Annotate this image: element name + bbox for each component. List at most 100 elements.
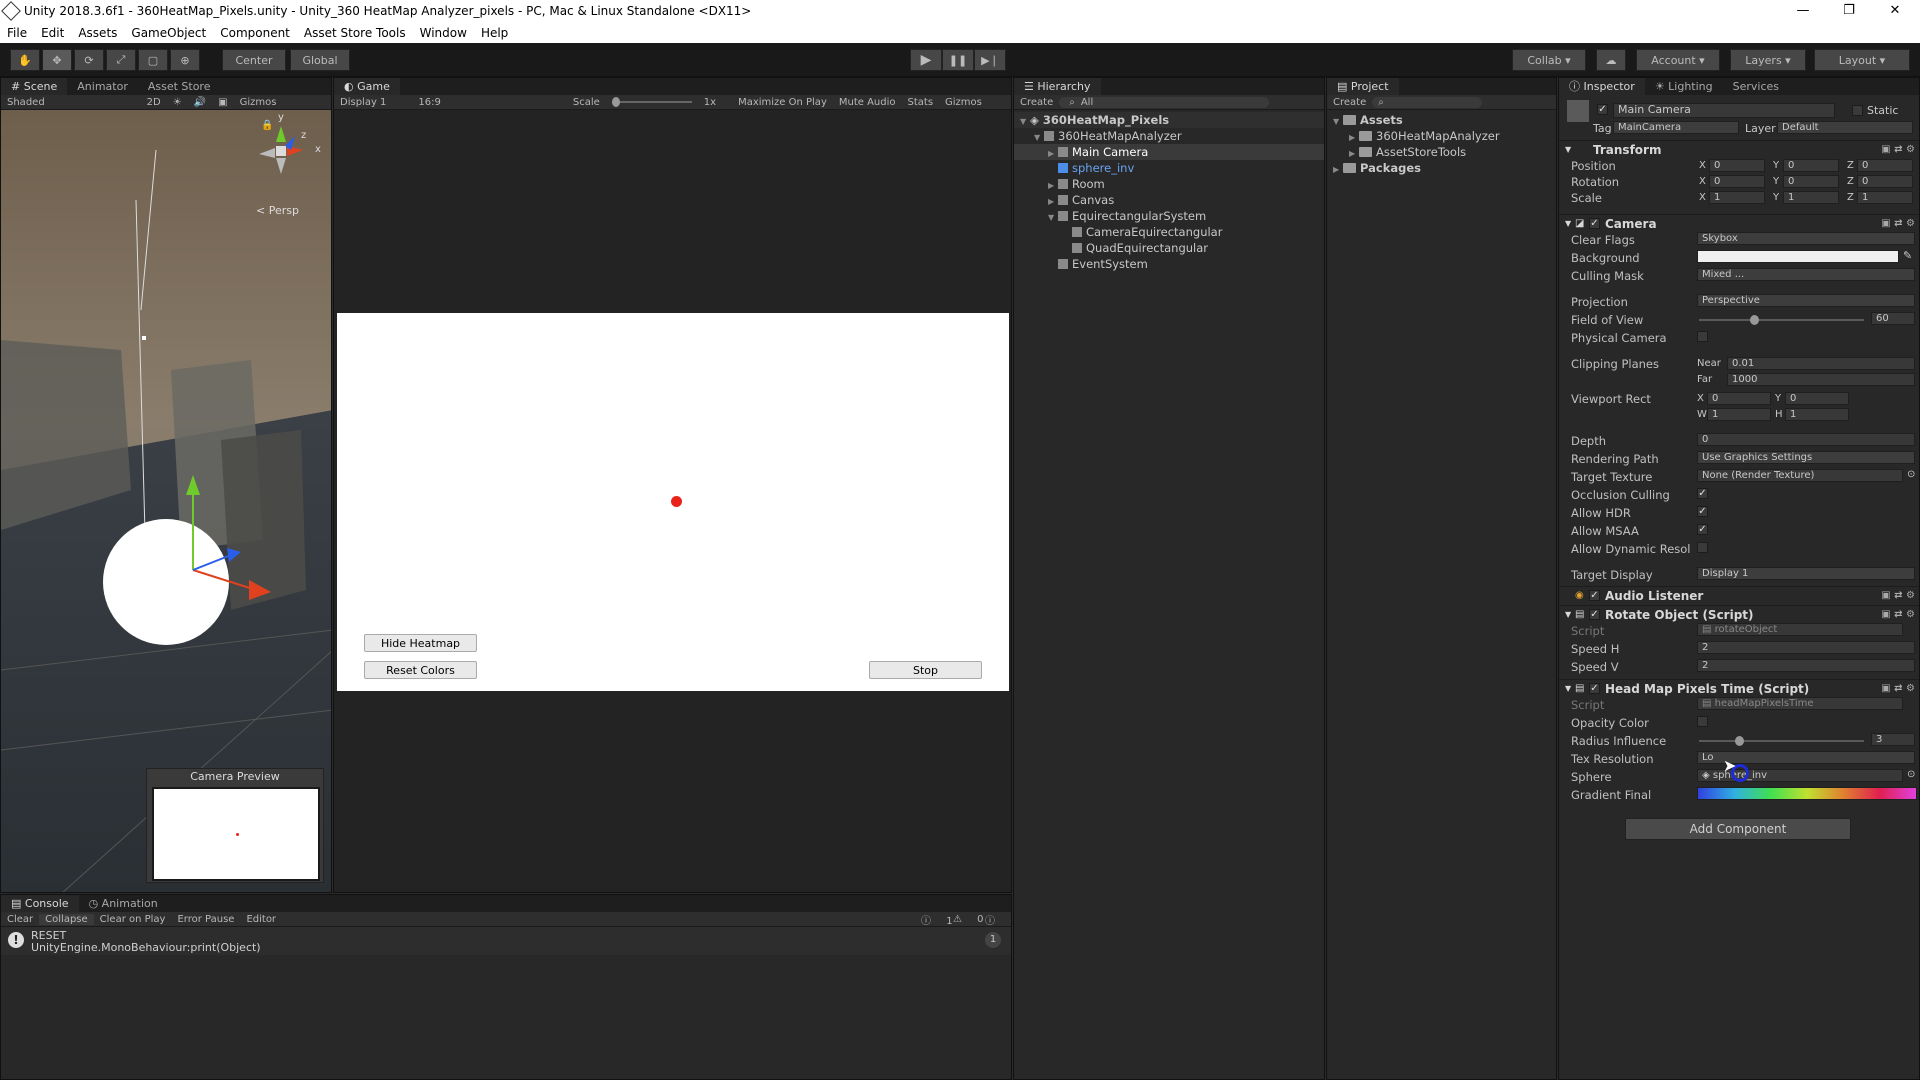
allow-msaa-checkbox[interactable]: ✓: [1697, 524, 1708, 535]
position-x-field[interactable]: 0: [1709, 159, 1765, 172]
lighting-toggle-icon[interactable]: ☀: [167, 97, 188, 108]
physical-camera-checkbox[interactable]: [1697, 331, 1708, 342]
scale-slider-thumb[interactable]: [611, 97, 620, 107]
object-picker-icon[interactable]: ⊙: [1907, 769, 1915, 780]
position-y-field[interactable]: 0: [1783, 159, 1839, 172]
target-display-dropdown[interactable]: Display 1: [1697, 567, 1915, 580]
pivot-center-button[interactable]: Center: [222, 49, 286, 71]
object-name-field[interactable]: Main Camera: [1613, 103, 1835, 118]
viewport-x-field[interactable]: 0: [1707, 392, 1771, 405]
depth-field[interactable]: 0: [1697, 433, 1915, 446]
layer-dropdown[interactable]: Default: [1777, 121, 1913, 134]
background-color-field[interactable]: [1697, 250, 1899, 263]
hierarchy-item-360heatmapanalyzer[interactable]: ▼ 360HeatMapAnalyzer: [1014, 128, 1324, 144]
allow-dynamic-resolution-checkbox[interactable]: [1697, 542, 1708, 553]
expand-arrow-icon[interactable]: ▼: [1565, 141, 1571, 159]
aspect-dropdown[interactable]: 16:9: [412, 97, 446, 108]
component-settings-icon[interactable]: ▣ ⇄ ⚙: [1881, 587, 1915, 605]
heatmap-script-checkbox[interactable]: ✓: [1589, 683, 1600, 694]
collapse-arrow-icon[interactable]: ▶: [1333, 162, 1343, 178]
transform-header[interactable]: ▼ Transform ▣ ⇄ ⚙: [1559, 140, 1919, 158]
hierarchy-search-input[interactable]: ⌕ All: [1059, 96, 1270, 108]
cloud-button[interactable]: ☁: [1596, 49, 1626, 71]
collab-button[interactable]: Collab ▾: [1512, 49, 1586, 71]
display-dropdown[interactable]: Display 1: [334, 97, 392, 108]
hierarchy-item-main-camera[interactable]: ▶ Main Camera: [1014, 144, 1324, 160]
tab-scene[interactable]: # Scene: [1, 78, 68, 95]
tab-animation[interactable]: ◷ Animation: [79, 895, 168, 912]
scale-tool-button[interactable]: ⤢: [106, 49, 136, 71]
shading-dropdown[interactable]: Shaded: [1, 97, 51, 108]
tab-console[interactable]: ▤ Console: [1, 895, 79, 912]
tab-asset-store[interactable]: Asset Store: [138, 78, 221, 95]
project-item-assets[interactable]: ▼ Assets: [1327, 112, 1556, 128]
scale-x-field[interactable]: 1: [1709, 191, 1765, 204]
eyedropper-icon[interactable]: ✎: [1903, 249, 1912, 262]
camera-header[interactable]: ▼ ◪ ✓ Camera ▣ ⇄ ⚙: [1559, 214, 1919, 232]
scene-gizmo[interactable]: y z x: [249, 112, 321, 184]
lock-icon[interactable]: 🔒: [261, 120, 273, 131]
heatmap-script-header[interactable]: ▼ ▤ ✓ Head Map Pixels Time (Script) ▣ ⇄ …: [1559, 679, 1919, 697]
occlusion-culling-checkbox[interactable]: ✓: [1697, 488, 1708, 499]
mute-audio-toggle[interactable]: Mute Audio: [833, 97, 902, 108]
project-create-dropdown[interactable]: Create: [1327, 97, 1372, 108]
scene-root-row[interactable]: ▼ ◈ 360HeatMap_Pixels: [1014, 112, 1324, 128]
active-checkbox[interactable]: ✓: [1597, 104, 1608, 115]
effects-toggle-icon[interactable]: ▣: [212, 97, 233, 108]
hierarchy-item-cameraequirectangular[interactable]: CameraEquirectangular: [1014, 224, 1324, 240]
console-clear-on-play-toggle[interactable]: Clear on Play: [94, 914, 172, 925]
game-gizmos-dropdown[interactable]: Gizmos: [939, 97, 988, 108]
rotation-y-field[interactable]: 0: [1783, 175, 1839, 188]
tab-lighting[interactable]: ☀ Lighting: [1645, 78, 1723, 95]
projection-dropdown[interactable]: Perspective: [1697, 294, 1915, 307]
console-error-pause-toggle[interactable]: Error Pause: [171, 914, 240, 925]
menu-help[interactable]: Help: [474, 26, 515, 40]
tab-animator[interactable]: Animator: [67, 78, 138, 95]
expand-arrow-icon[interactable]: ▼: [1565, 215, 1571, 233]
project-item-assetstoretools[interactable]: ▶ AssetStoreTools: [1327, 144, 1556, 160]
hierarchy-item-canvas[interactable]: ▶ Canvas: [1014, 192, 1324, 208]
menu-file[interactable]: File: [0, 26, 34, 40]
component-settings-icon[interactable]: ▣ ⇄ ⚙: [1881, 680, 1915, 698]
tag-dropdown[interactable]: MainCamera: [1613, 121, 1739, 134]
hierarchy-item-equirectangularsystem[interactable]: ▼ EquirectangularSystem: [1014, 208, 1324, 224]
rotate-object-checkbox[interactable]: ✓: [1589, 609, 1600, 620]
scale-slider[interactable]: [611, 97, 692, 107]
reset-colors-button[interactable]: Reset Colors: [364, 661, 477, 679]
viewport-y-field[interactable]: 0: [1785, 392, 1849, 405]
minimize-button[interactable]: —: [1780, 0, 1826, 22]
console-clear-button[interactable]: Clear: [1, 914, 39, 925]
menu-gameobject[interactable]: GameObject: [124, 26, 213, 40]
play-button[interactable]: ▶: [910, 49, 942, 71]
audio-toggle-icon[interactable]: 🔊: [188, 97, 212, 108]
rotation-x-field[interactable]: 0: [1709, 175, 1765, 188]
camera-enabled-checkbox[interactable]: ✓: [1589, 218, 1600, 229]
hand-tool-button[interactable]: ✋: [10, 49, 40, 71]
scene-gizmos-dropdown[interactable]: Gizmos: [234, 97, 283, 108]
component-settings-icon[interactable]: ▣ ⇄ ⚙: [1881, 215, 1915, 233]
gradient-final-field[interactable]: [1697, 787, 1917, 800]
culling-mask-dropdown[interactable]: Mixed ...: [1697, 268, 1915, 281]
layers-dropdown[interactable]: Layers ▾: [1730, 49, 1806, 71]
hierarchy-item-eventsystem[interactable]: EventSystem: [1014, 256, 1324, 272]
hierarchy-item-quadequirectangular[interactable]: QuadEquirectangular: [1014, 240, 1324, 256]
add-component-button[interactable]: Add Component: [1625, 818, 1851, 840]
viewport-h-field[interactable]: 1: [1785, 408, 1849, 421]
expand-arrow-icon[interactable]: ▼: [1565, 680, 1571, 698]
persp-label[interactable]: < Persp: [256, 204, 299, 217]
tab-hierarchy[interactable]: ☰ Hierarchy: [1014, 78, 1101, 95]
move-tool-button[interactable]: ✥: [42, 49, 72, 71]
hide-heatmap-button[interactable]: Hide Heatmap: [364, 634, 477, 652]
rotation-z-field[interactable]: 0: [1857, 175, 1913, 188]
rotate-object-header[interactable]: ▼ ▤ ✓ Rotate Object (Script) ▣ ⇄ ⚙: [1559, 605, 1919, 623]
radius-influence-slider[interactable]: [1699, 736, 1864, 746]
tab-game[interactable]: ◐ Game: [334, 78, 400, 95]
scale-y-field[interactable]: 1: [1783, 191, 1839, 204]
layout-dropdown[interactable]: Layout ▾: [1814, 49, 1910, 71]
rect-tool-button[interactable]: ▢: [138, 49, 168, 71]
hierarchy-item-sphere-inv[interactable]: sphere_inv: [1014, 160, 1324, 176]
menu-assets[interactable]: Assets: [71, 26, 124, 40]
expand-arrow-icon[interactable]: ▼: [1565, 606, 1571, 624]
maximize-on-play-toggle[interactable]: Maximize On Play: [732, 97, 833, 108]
speed-h-field[interactable]: 2: [1697, 641, 1915, 654]
